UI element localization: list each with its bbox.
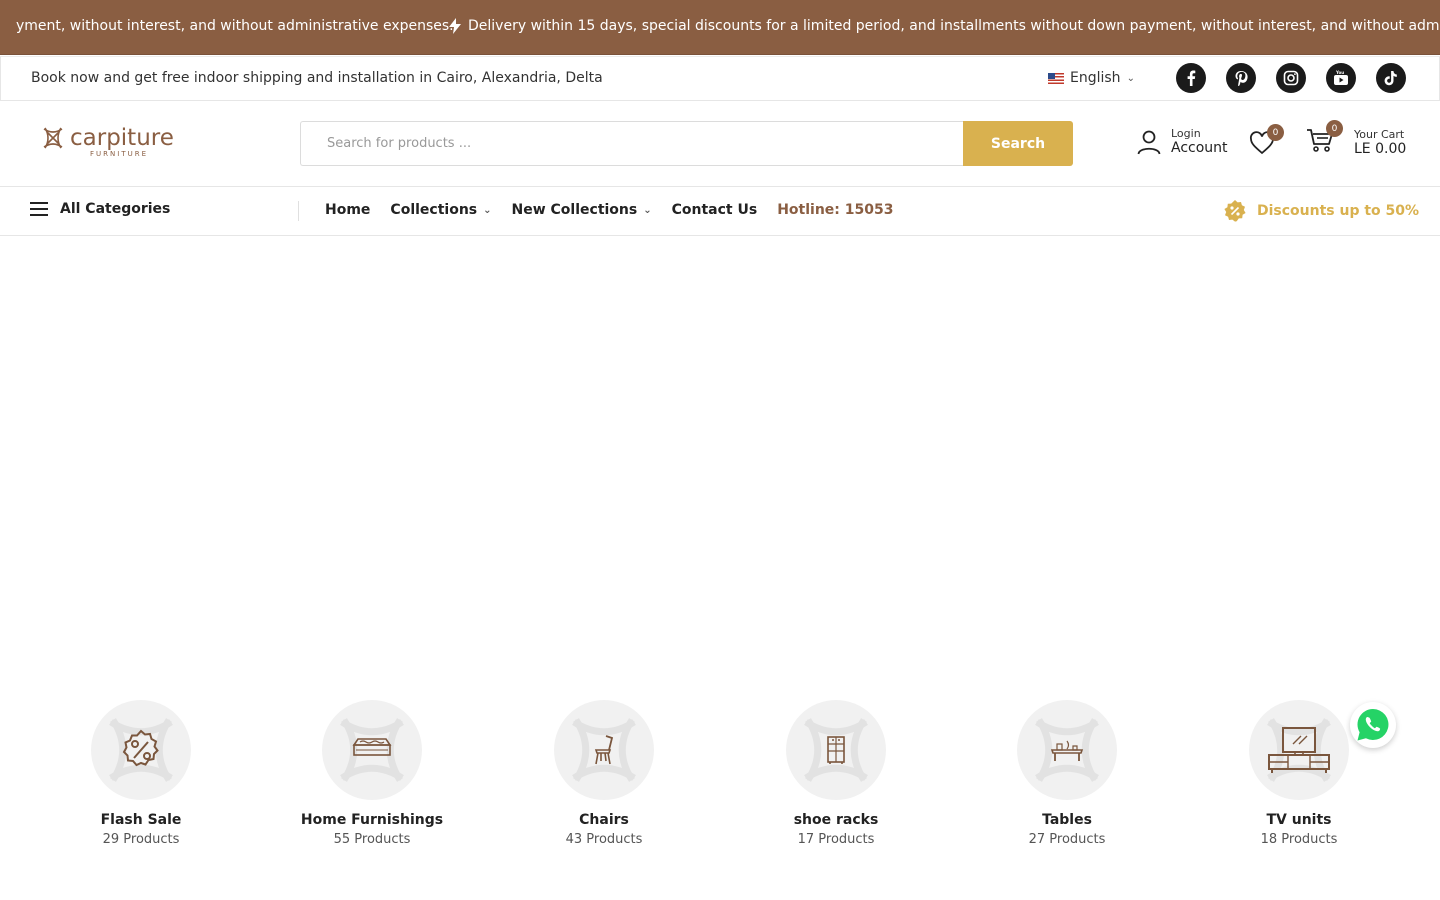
- category-count: 17 Products: [797, 832, 875, 847]
- nav-item-label: Collections: [390, 202, 478, 218]
- language-selector[interactable]: English ⌄: [1048, 70, 1135, 86]
- ticker-item: Delivery within 15 days, special discoun…: [448, 18, 1440, 34]
- main-navigation: All Categories Home Collections ⌄ New Col…: [0, 187, 1440, 236]
- discount-link[interactable]: Discounts up to 50%: [1223, 199, 1419, 223]
- wishlist-count-badge: 0: [1267, 124, 1284, 141]
- category-thumbnail: [1017, 700, 1117, 800]
- all-categories-label: All Categories: [60, 201, 171, 217]
- category-name: Flash Sale: [100, 812, 182, 828]
- category-name: shoe racks: [793, 812, 879, 828]
- whatsapp-icon: [1357, 709, 1389, 741]
- category-thumbnail: [322, 700, 422, 800]
- chair-icon: [594, 735, 614, 765]
- category-count: 43 Products: [565, 832, 643, 847]
- lightning-icon: [449, 18, 461, 34]
- hamburger-icon: [30, 202, 48, 216]
- nav-item-label: Hotline: 15053: [777, 202, 894, 218]
- nav-item-label: Contact Us: [671, 202, 758, 218]
- discount-label: Discounts up to 50%: [1257, 203, 1420, 219]
- search-bar: Search: [300, 121, 1074, 166]
- category-name: Chairs: [579, 812, 629, 828]
- nav-item-label: New Collections: [511, 202, 638, 218]
- category-item-tables[interactable]: Tables 27 Products: [977, 700, 1157, 847]
- category-item-home-furnishings[interactable]: Home Furnishings 55 Products: [282, 700, 462, 847]
- social-links: You: [1176, 63, 1406, 93]
- wishlist-button[interactable]: 0: [1249, 124, 1284, 159]
- percent-badge-icon: [122, 729, 159, 767]
- discount-badge-icon: [1224, 200, 1246, 222]
- account-label: Account: [1171, 140, 1228, 156]
- category-item-chairs[interactable]: Chairs 43 Products: [514, 700, 694, 847]
- nav-menu: Home Collections ⌄ New Collections ⌄ Conta…: [325, 202, 893, 218]
- site-header: carpiture FURNITURE Search Login Account…: [0, 101, 1440, 187]
- ticker-text-left: yment, without interest, and without adm…: [16, 18, 454, 34]
- facebook-icon[interactable]: [1176, 63, 1206, 93]
- table-icon: [1050, 740, 1084, 761]
- us-flag-icon: [1048, 72, 1064, 84]
- ticker-text-right: Delivery within 15 days, special discoun…: [468, 18, 1440, 34]
- category-name: TV units: [1266, 812, 1332, 828]
- shipping-message: Book now and get free indoor shipping an…: [31, 70, 603, 86]
- account-label-login: Login: [1171, 127, 1201, 140]
- logo-text: carpiture: [70, 125, 174, 151]
- mattress-icon: [352, 738, 392, 756]
- top-bar: Book now and get free indoor shipping an…: [0, 56, 1440, 101]
- logo-mark-icon: [43, 127, 63, 149]
- category-count: 27 Products: [1028, 832, 1106, 847]
- chevron-down-icon: ⌄: [1126, 72, 1135, 84]
- nav-item-home[interactable]: Home: [325, 202, 370, 218]
- category-carousel: Flash Sale 29 Products Home Furnishings …: [0, 700, 1440, 860]
- nav-item-hotline[interactable]: Hotline: 15053: [777, 202, 893, 218]
- announcement-ticker: yment, without interest, and without adm…: [0, 0, 1440, 55]
- logo[interactable]: carpiture FURNITURE: [40, 123, 174, 158]
- account-link[interactable]: Login Account: [1137, 127, 1228, 156]
- logo-subtitle: FURNITURE: [90, 150, 149, 158]
- nav-item-new-collections[interactable]: New Collections ⌄: [512, 202, 652, 218]
- chevron-down-icon: ⌄: [483, 204, 492, 216]
- cart-link[interactable]: 0 Your Cart LE 0.00: [1306, 120, 1407, 157]
- cart-count-badge: 0: [1326, 120, 1343, 137]
- category-name: Home Furnishings: [300, 812, 444, 828]
- tv-unit-icon: [1268, 727, 1330, 773]
- cart-label: Your Cart: [1354, 127, 1405, 141]
- nav-item-collections[interactable]: Collections ⌄: [390, 202, 491, 218]
- language-label: English: [1070, 70, 1121, 86]
- nav-item-contact-us[interactable]: Contact Us: [672, 202, 758, 218]
- user-icon: [1137, 130, 1161, 154]
- svg-text:You: You: [1335, 70, 1344, 75]
- tiktok-icon[interactable]: [1376, 63, 1406, 93]
- category-count: 55 Products: [333, 832, 411, 847]
- category-count: 18 Products: [1260, 832, 1338, 847]
- cart-icon-wrap: 0: [1306, 120, 1343, 157]
- whatsapp-chat-button[interactable]: [1350, 702, 1396, 748]
- category-thumbnail: [91, 700, 191, 800]
- category-thumbnail: [1249, 700, 1349, 800]
- category-thumbnail: [554, 700, 654, 800]
- chevron-down-icon: ⌄: [643, 204, 652, 216]
- category-item-shoe-racks[interactable]: shoe racks 17 Products: [746, 700, 926, 847]
- instagram-icon[interactable]: [1276, 63, 1306, 93]
- nav-item-label: Home: [325, 202, 371, 218]
- category-thumbnail: [786, 700, 886, 800]
- cart-total: LE 0.00: [1354, 140, 1407, 157]
- youtube-icon[interactable]: You: [1326, 63, 1356, 93]
- category-item-flash-sale[interactable]: Flash Sale 29 Products: [51, 700, 231, 847]
- nav-divider: [298, 201, 299, 221]
- search-button[interactable]: Search: [963, 121, 1073, 166]
- pinterest-icon[interactable]: [1226, 63, 1256, 93]
- search-input[interactable]: [300, 121, 963, 166]
- shoe-rack-icon: [827, 736, 845, 764]
- category-name: Tables: [1042, 812, 1092, 828]
- all-categories-button[interactable]: All Categories: [30, 201, 170, 217]
- category-count: 29 Products: [102, 832, 180, 847]
